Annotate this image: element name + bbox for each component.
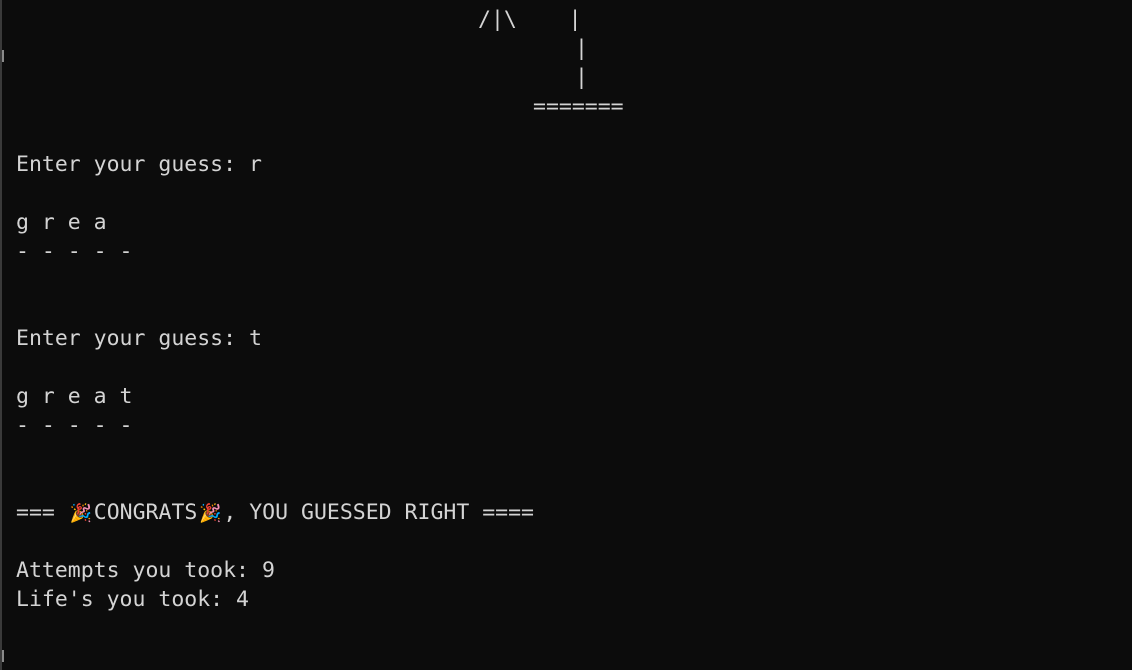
gallows-base-line: ======= bbox=[533, 94, 624, 119]
party-popper-icon: 🎉 bbox=[69, 503, 92, 524]
letter-slots: - - - - - bbox=[16, 239, 133, 264]
lives-summary: Life's you took: 4 bbox=[16, 587, 249, 612]
guess-prompt: Enter your guess: t bbox=[16, 326, 262, 351]
window-edge-mark bbox=[2, 650, 4, 662]
attempts-summary: Attempts you took: 9 bbox=[16, 558, 275, 583]
gallows-post-line: | bbox=[575, 65, 588, 90]
gallows-arms-line: /|\ | bbox=[478, 7, 582, 32]
revealed-word: g r e a t bbox=[16, 384, 133, 409]
banner-prefix: === bbox=[16, 500, 68, 525]
party-popper-icon: 🎉 bbox=[199, 503, 222, 524]
congrats-banner: === 🎉CONGRATS🎉, YOU GUESSED RIGHT ==== bbox=[16, 498, 534, 528]
gallows-post-line: | bbox=[575, 36, 588, 61]
guess-prompt: Enter your guess: r bbox=[16, 152, 262, 177]
terminal-window: /|\ | | | ======= Enter your guess: r g … bbox=[0, 0, 1132, 670]
revealed-word: g r e a bbox=[16, 210, 107, 235]
window-edge-mark bbox=[2, 50, 4, 62]
banner-suffix: , YOU GUESSED RIGHT ==== bbox=[223, 500, 535, 525]
congrats-text: CONGRATS bbox=[93, 500, 198, 525]
letter-slots: - - - - - bbox=[16, 413, 133, 438]
